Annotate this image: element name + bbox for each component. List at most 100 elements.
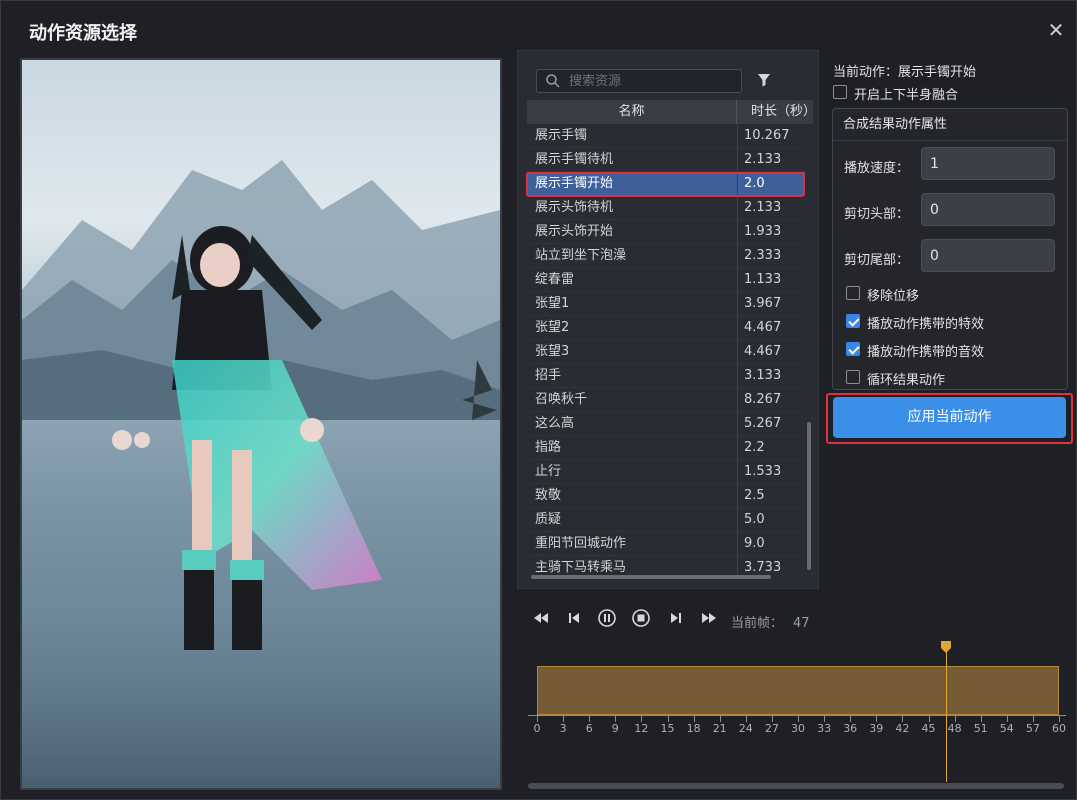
pause-icon[interactable]: [597, 608, 617, 628]
rewind-icon[interactable]: [531, 608, 551, 628]
timeline[interactable]: 0 3 6 9 12 15 18 21 24 27 30 33 36 39 42 45 48 51 54 57 60: [528, 640, 1066, 790]
row-duration: 2.133: [737, 196, 805, 220]
result-properties-group: 合成结果动作属性 播放速度： 剪切头部： 剪切尾部： 移除位移 播放动作携带的特…: [832, 108, 1068, 390]
timeline-tick-label: 42: [895, 722, 910, 735]
table-row[interactable]: 质疑 5.0: [527, 508, 805, 532]
speed-input[interactable]: [922, 148, 1054, 179]
search-icon: [546, 74, 560, 88]
preview-scene: [22, 160, 500, 788]
play-sound-label: 播放动作携带的音效: [867, 345, 985, 360]
column-header-name[interactable]: 名称: [527, 100, 737, 124]
row-duration: 3.133: [737, 364, 805, 388]
table-row[interactable]: 指路 2.2: [527, 436, 805, 460]
row-name: 质疑: [535, 512, 562, 527]
row-name: 展示头饰开始: [535, 224, 614, 239]
timeline-tick-label: 54: [999, 722, 1014, 735]
row-name: 致敬: [535, 488, 562, 503]
fast-forward-icon[interactable]: [699, 608, 719, 628]
row-duration: 1.533: [737, 460, 805, 484]
character-preview[interactable]: [20, 58, 502, 790]
apply-action-button[interactable]: 应用当前动作: [833, 397, 1066, 438]
timeline-tick-label: 57: [1025, 722, 1040, 735]
play-effects-checkbox[interactable]: [846, 314, 860, 328]
timeline-tick-label: 39: [869, 722, 884, 735]
current-action-label: 当前动作：展示手镯开始: [833, 65, 977, 80]
stop-icon[interactable]: [631, 608, 651, 628]
timeline-tick-label: 33: [817, 722, 832, 735]
row-name: 绽春雷: [535, 272, 575, 287]
row-name: 主骑下马转乘马: [535, 560, 627, 574]
timeline-tick-label: 3: [559, 722, 567, 735]
timeline-tick-label: 24: [738, 722, 753, 735]
row-duration: 5.0: [737, 508, 805, 532]
trim-tail-field[interactable]: [921, 239, 1055, 272]
table-row[interactable]: 主骑下马转乘马 3.733: [527, 556, 805, 574]
trim-head-label: 剪切头部：: [844, 207, 910, 222]
row-duration: 3.733: [737, 556, 805, 574]
current-frame-label: 当前帧：: [731, 616, 784, 631]
trim-head-input[interactable]: [922, 194, 1054, 225]
play-sound-checkbox[interactable]: [846, 342, 860, 356]
timeline-axis: [528, 715, 1066, 716]
timeline-tick-label: 48: [947, 722, 962, 735]
table-row[interactable]: 站立到坐下泡澡 2.333: [527, 244, 805, 268]
group-title: 合成结果动作属性: [833, 109, 1067, 141]
timeline-scrollbar[interactable]: [528, 783, 1064, 789]
remove-displacement-label: 移除位移: [867, 289, 920, 304]
table-row[interactable]: 致敬 2.5: [527, 484, 805, 508]
row-name: 展示头饰待机: [535, 200, 614, 215]
table-row[interactable]: 张望2 4.467: [527, 316, 805, 340]
trim-head-field[interactable]: [921, 193, 1055, 226]
table-row[interactable]: 招手 3.133: [527, 364, 805, 388]
selected-row-highlight: [526, 172, 805, 197]
row-duration: 3.967: [737, 292, 805, 316]
table-row[interactable]: 止行 1.533: [527, 460, 805, 484]
row-duration: 2.2: [737, 436, 805, 460]
row-name: 这么高: [535, 416, 575, 431]
row-name: 展示手镯: [535, 128, 588, 143]
horizontal-scrollbar[interactable]: [527, 574, 805, 580]
timeline-tick-label: 51: [973, 722, 988, 735]
row-duration: 10.267: [737, 124, 805, 148]
scrollbar-thumb[interactable]: [531, 575, 771, 579]
search-input[interactable]: [567, 71, 737, 91]
speed-field[interactable]: [921, 147, 1055, 180]
table-header: 名称 时长（秒）: [527, 100, 816, 124]
timeline-tick-label: 6: [585, 722, 593, 735]
search-box[interactable]: [536, 69, 742, 93]
playhead-line[interactable]: [945, 652, 947, 782]
blend-checkbox[interactable]: [833, 85, 847, 99]
table-row[interactable]: 召唤秋千 8.267: [527, 388, 805, 412]
table-row[interactable]: 展示手镯 10.267: [527, 124, 805, 148]
step-back-icon[interactable]: [564, 608, 584, 628]
playhead-marker-icon[interactable]: [940, 640, 952, 654]
table-row[interactable]: 绽春雷 1.133: [527, 268, 805, 292]
trim-tail-input[interactable]: [922, 240, 1054, 271]
column-header-duration[interactable]: 时长（秒）: [737, 100, 827, 124]
filter-icon[interactable]: [756, 72, 772, 88]
table-row[interactable]: 这么高 5.267: [527, 412, 805, 436]
loop-checkbox[interactable]: [846, 370, 860, 384]
row-name: 张望3: [535, 344, 570, 359]
timeline-tick-label: 60: [1052, 722, 1066, 735]
vertical-scrollbar[interactable]: [805, 124, 813, 574]
table-row[interactable]: 张望1 3.967: [527, 292, 805, 316]
close-icon[interactable]: ✕: [1045, 19, 1067, 41]
step-forward-icon[interactable]: [666, 608, 686, 628]
row-duration: 4.467: [737, 316, 805, 340]
timeline-tick-label: 45: [921, 722, 936, 735]
row-duration: 2.5: [737, 484, 805, 508]
timeline-clip-bar[interactable]: [537, 666, 1059, 715]
table-row[interactable]: 展示头饰开始 1.933: [527, 220, 805, 244]
row-name: 站立到坐下泡澡: [535, 248, 627, 263]
scrollbar-thumb[interactable]: [807, 422, 811, 570]
remove-displacement-checkbox[interactable]: [846, 286, 860, 300]
table-row[interactable]: 重阳节回城动作 9.0: [527, 532, 805, 556]
row-duration: 8.267: [737, 388, 805, 412]
row-duration: 4.467: [737, 340, 805, 364]
row-duration: 9.0: [737, 532, 805, 556]
table-row[interactable]: 张望3 4.467: [527, 340, 805, 364]
table-row[interactable]: 展示手镯待机 2.133: [527, 148, 805, 172]
speed-label: 播放速度：: [844, 161, 910, 176]
table-row[interactable]: 展示头饰待机 2.133: [527, 196, 805, 220]
